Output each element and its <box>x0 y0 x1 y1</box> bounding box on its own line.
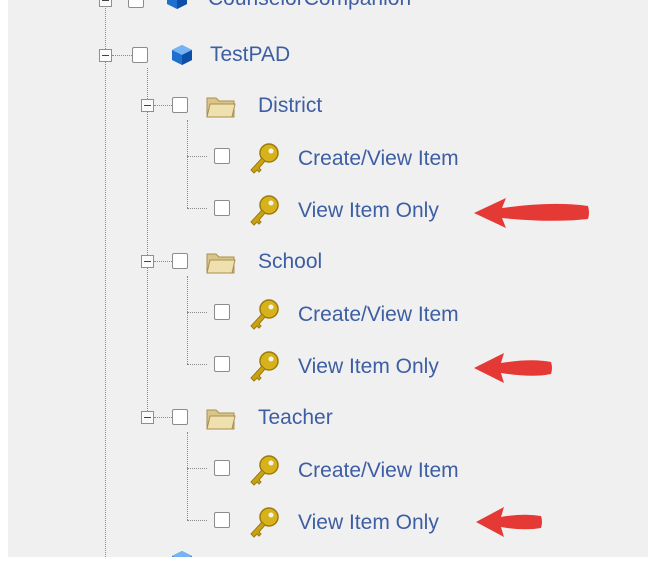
tree-line <box>154 417 172 418</box>
node-checkbox[interactable] <box>172 253 188 269</box>
key-icon <box>250 507 279 538</box>
tree-line <box>187 432 188 520</box>
node-checkbox[interactable] <box>172 409 188 425</box>
cube-icon <box>172 551 192 557</box>
tree-line <box>187 364 207 365</box>
collapse-toggle[interactable] <box>141 255 154 268</box>
collapse-toggle[interactable] <box>99 49 112 62</box>
tree-node-label: Create/View Item <box>298 147 459 170</box>
tree-line <box>187 208 207 209</box>
node-checkbox[interactable] <box>214 460 230 476</box>
collapse-toggle[interactable] <box>141 411 154 424</box>
cube-icon <box>172 45 192 65</box>
node-checkbox[interactable] <box>128 0 144 8</box>
node-checkbox[interactable] <box>214 356 230 372</box>
tree-node-label: CounselorCompanion <box>208 0 411 11</box>
tree-line <box>154 261 172 262</box>
red-arrow-icon <box>474 198 589 228</box>
tree-node-label: View Item Only <box>298 355 439 378</box>
tree-node-label: View Item Only <box>298 199 439 222</box>
node-checkbox[interactable] <box>132 47 148 63</box>
tree-line <box>105 0 106 557</box>
folder-icon <box>206 409 236 430</box>
tree-line <box>112 55 132 56</box>
tree-node-label: Teacher <box>258 406 333 429</box>
tree-node-label: TestPAD <box>210 43 291 66</box>
tree-node-label: Create/View Item <box>298 459 459 482</box>
key-icon <box>250 351 279 382</box>
folder-icon <box>206 97 236 118</box>
tree-line <box>187 468 207 469</box>
node-checkbox[interactable] <box>214 148 230 164</box>
node-checkbox[interactable] <box>172 97 188 113</box>
permissions-tree: CounselorCompanion TestPAD District Crea… <box>8 0 648 557</box>
node-checkbox[interactable] <box>214 200 230 216</box>
cube-icon <box>167 0 187 9</box>
tree-line <box>154 105 172 106</box>
red-arrow-icon <box>474 353 552 383</box>
node-checkbox[interactable] <box>214 304 230 320</box>
key-icon <box>250 143 279 174</box>
collapse-toggle[interactable] <box>141 99 154 112</box>
key-icon <box>250 299 279 330</box>
tree-line <box>187 120 188 208</box>
tree-line <box>187 156 207 157</box>
red-arrow-icon <box>476 507 542 537</box>
tree-node-label: View Item Only <box>298 511 439 534</box>
tree-line <box>187 276 188 364</box>
tree-line <box>187 312 207 313</box>
key-icon <box>250 195 279 226</box>
tree-line <box>147 68 148 423</box>
collapse-toggle[interactable] <box>99 0 112 7</box>
key-icon <box>250 455 279 486</box>
tree-node-label: Create/View Item <box>298 303 459 326</box>
tree-node-label: School <box>258 250 323 273</box>
node-checkbox[interactable] <box>214 512 230 528</box>
tree-node-label: District <box>258 94 323 117</box>
tree-line <box>187 520 207 521</box>
folder-icon <box>206 253 236 274</box>
